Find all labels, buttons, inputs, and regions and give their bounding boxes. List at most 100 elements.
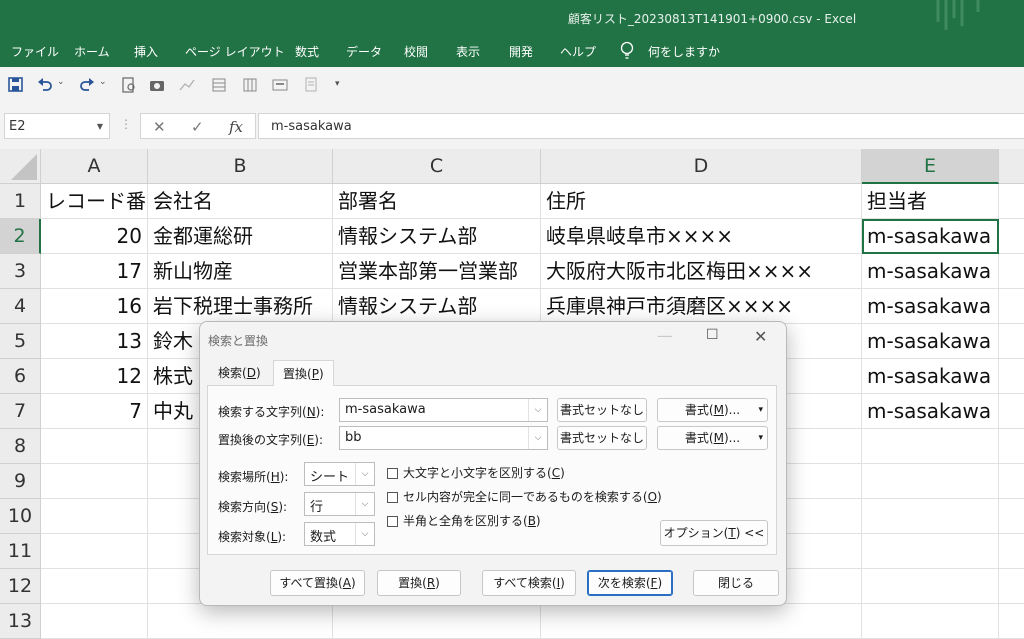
column-header-d[interactable]: D [541, 149, 862, 184]
row-header-13[interactable]: 13 [0, 604, 41, 639]
search-direction-select[interactable]: 行 ⌵ [304, 492, 375, 516]
tell-me-search[interactable]: 何をしますか [648, 43, 720, 60]
replace-with-input[interactable]: bb ⌵ [339, 426, 548, 450]
cell-c13[interactable] [333, 604, 541, 639]
print-preview-icon[interactable] [120, 76, 138, 94]
cell-c2[interactable]: 情報システム部 [333, 219, 541, 254]
tab-data[interactable]: データ [346, 43, 382, 60]
tab-home[interactable]: ホーム [74, 43, 110, 60]
cell-a11[interactable] [41, 534, 148, 569]
tab-page-layout[interactable]: ページ レイアウト [185, 43, 285, 60]
tab-replace[interactable]: 置換(P) [273, 360, 334, 386]
cell-a1[interactable]: レコード番号 [41, 184, 148, 219]
cell-c3[interactable]: 営業本部第一営業部 [333, 254, 541, 289]
options-button[interactable]: オプション(T) << [660, 520, 768, 546]
find-format-button[interactable]: 書式(M)... ▾ [657, 398, 768, 422]
row-header-6[interactable]: 6 [0, 359, 41, 394]
cell-f13[interactable] [999, 604, 1024, 639]
cell-d3[interactable]: 大阪府大阪市北区梅田×××× [541, 254, 862, 289]
cell-e8[interactable] [862, 429, 999, 464]
cell-a5[interactable]: 13 [41, 324, 148, 359]
cell-f8[interactable] [999, 429, 1024, 464]
replace-no-format-button[interactable]: 書式セットなし [557, 426, 647, 450]
row-header-4[interactable]: 4 [0, 289, 41, 324]
cell-a12[interactable] [41, 569, 148, 604]
cell-e1[interactable]: 担当者 [862, 184, 999, 219]
find-no-format-button[interactable]: 書式セットなし [557, 398, 647, 422]
column-header-f[interactable] [999, 149, 1024, 184]
cell-b1[interactable]: 会社名 [148, 184, 333, 219]
redo-dropdown-icon[interactable]: ⌄ [99, 77, 117, 95]
tab-formulas[interactable]: 数式 [295, 43, 319, 60]
cell-f12[interactable] [999, 569, 1024, 604]
column-header-e[interactable]: E [862, 149, 999, 184]
cell-e11[interactable] [862, 534, 999, 569]
insert-columns-icon[interactable] [241, 76, 259, 94]
replace-history-dropdown-icon[interactable]: ⌵ [528, 427, 547, 449]
find-next-button[interactable]: 次を検索(F) [587, 570, 673, 596]
search-direction-dropdown-icon[interactable]: ⌵ [355, 493, 374, 515]
cell-e7[interactable]: m-sasakawa [862, 394, 999, 429]
cell-f2[interactable] [999, 219, 1024, 254]
replace-button[interactable]: 置換(R) [377, 570, 461, 596]
cell-e4[interactable]: m-sasakawa [862, 289, 999, 324]
row-header-8[interactable]: 8 [0, 429, 41, 464]
cell-e12[interactable] [862, 569, 999, 604]
column-header-a[interactable]: A [41, 149, 148, 184]
cell-a13[interactable] [41, 604, 148, 639]
row-header-12[interactable]: 12 [0, 569, 41, 604]
tab-view[interactable]: 表示 [456, 43, 480, 60]
cell-e6[interactable]: m-sasakawa [862, 359, 999, 394]
customize-toolbar-icon[interactable]: ▾ [335, 79, 353, 97]
cell-f5[interactable] [999, 324, 1024, 359]
cell-e10[interactable] [862, 499, 999, 534]
cell-d13[interactable] [541, 604, 862, 639]
find-format-dropdown-icon[interactable]: ▾ [758, 399, 763, 421]
cell-e5[interactable]: m-sasakawa [862, 324, 999, 359]
maximize-icon[interactable]: ☐ [706, 327, 719, 343]
cell-b4[interactable]: 岩下税理士事務所 [148, 289, 333, 324]
look-in-dropdown-icon[interactable]: ⌵ [355, 523, 374, 545]
row-header-2[interactable]: 2 [0, 219, 41, 254]
close-icon[interactable]: ✕ [754, 327, 767, 346]
tab-review[interactable]: 校閲 [404, 43, 428, 60]
cell-b3[interactable]: 新山物産 [148, 254, 333, 289]
cell-a3[interactable]: 17 [41, 254, 148, 289]
cell-b13[interactable] [148, 604, 333, 639]
within-select[interactable]: シート ⌵ [304, 462, 375, 486]
name-box-dropdown-icon[interactable]: ▼ [97, 122, 103, 131]
find-what-input[interactable]: m-sasakawa ⌵ [339, 398, 548, 422]
find-all-button[interactable]: すべて検索(I) [482, 570, 576, 596]
chart-icon[interactable] [178, 76, 196, 94]
match-byte-checkbox[interactable]: 半角と全角を区別する(B) [387, 512, 541, 529]
enter-icon[interactable]: ✓ [191, 118, 204, 136]
camera-icon[interactable] [148, 76, 166, 94]
cancel-icon[interactable]: ✕ [153, 118, 166, 136]
cell-e2[interactable]: m-sasakawa [862, 219, 999, 254]
cell-f9[interactable] [999, 464, 1024, 499]
cell-f10[interactable] [999, 499, 1024, 534]
tab-insert[interactable]: 挿入 [134, 43, 158, 60]
cell-f1[interactable] [999, 184, 1024, 219]
within-dropdown-icon[interactable]: ⌵ [355, 463, 374, 485]
cell-f4[interactable] [999, 289, 1024, 324]
formula-input[interactable]: m-sasakawa [258, 113, 1024, 139]
replace-all-button[interactable]: すべて置換(A) [270, 570, 365, 596]
find-history-dropdown-icon[interactable]: ⌵ [528, 399, 547, 421]
undo-dropdown-icon[interactable]: ⌄ [57, 77, 75, 95]
cell-e13[interactable] [862, 604, 999, 639]
look-in-select[interactable]: 数式 ⌵ [304, 522, 375, 546]
cell-f6[interactable] [999, 359, 1024, 394]
number-format-icon[interactable] [302, 76, 320, 94]
row-header-10[interactable]: 10 [0, 499, 41, 534]
cell-d2[interactable]: 岐阜県岐阜市×××× [541, 219, 862, 254]
formula-bar-grip-icon[interactable]: ⋮ [120, 117, 132, 131]
match-case-checkbox[interactable]: 大文字と小文字を区別する(C) [387, 464, 565, 481]
cell-a2[interactable]: 20 [41, 219, 148, 254]
cell-e9[interactable] [862, 464, 999, 499]
insert-rows-icon[interactable] [210, 76, 228, 94]
cell-a6[interactable]: 12 [41, 359, 148, 394]
tab-developer[interactable]: 開発 [509, 43, 533, 60]
cell-d4[interactable]: 兵庫県神戸市須磨区×××× [541, 289, 862, 324]
row-header-1[interactable]: 1 [0, 184, 41, 219]
